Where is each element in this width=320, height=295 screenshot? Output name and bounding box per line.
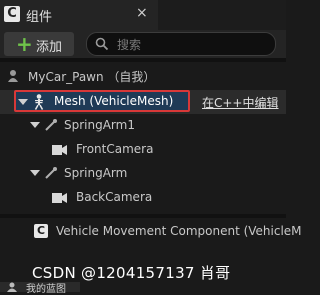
panel-title: 组件 — [26, 10, 53, 25]
search-icon — [95, 37, 109, 51]
component-icon: C — [34, 224, 48, 238]
search-box[interactable] — [86, 32, 276, 56]
tree-row-mesh[interactable]: Mesh (VehicleMesh) — [14, 90, 190, 112]
tree-label-root: MyCar_Pawn （自我） — [28, 70, 156, 84]
tree-row-backcamera[interactable]: BackCamera — [0, 186, 286, 210]
close-icon[interactable]: × — [136, 5, 148, 21]
tree-divider — [0, 214, 286, 218]
tree-label-mesh: Mesh (VehicleMesh) — [54, 94, 174, 108]
chevron-down-icon[interactable] — [30, 120, 40, 130]
plus-icon: + — [16, 32, 33, 56]
camera-icon — [52, 145, 67, 155]
watermark: CSDN @1204157137 肖哥 — [32, 264, 231, 282]
search-input[interactable] — [115, 35, 269, 55]
blueprint-icon — [7, 282, 17, 292]
tree-row-springarm[interactable]: SpringArm — [0, 162, 286, 186]
components-toolbar: + 添加 — [0, 30, 286, 58]
tree-label-springarm: SpringArm — [64, 166, 128, 180]
tree-label-springarm1: SpringArm1 — [64, 118, 135, 132]
toolbar-separator — [0, 58, 286, 62]
tree-row-frontcamera[interactable]: FrontCamera — [0, 138, 286, 162]
chevron-down-icon[interactable] — [30, 168, 40, 178]
tree-label-frontcamera: FrontCamera — [76, 142, 154, 156]
add-button-label: 添加 — [36, 40, 63, 55]
tab-components[interactable]: C 组件 × — [0, 0, 158, 30]
component-icon: C — [4, 6, 20, 22]
chevron-down-icon[interactable] — [18, 97, 28, 107]
tree-label-movement: Vehicle Movement Component (VehicleM — [56, 224, 302, 238]
camera-icon — [52, 193, 67, 203]
tree-row-root[interactable]: MyCar_Pawn （自我） — [0, 64, 286, 88]
tree-row-movement[interactable]: C Vehicle Movement Component (VehicleM — [0, 220, 302, 244]
springarm-icon — [45, 119, 57, 131]
tab-my-blueprint[interactable]: 我的蓝图 — [0, 282, 80, 295]
add-button[interactable]: + 添加 — [4, 32, 74, 56]
tree-label-backcamera: BackCamera — [76, 190, 153, 204]
edit-in-cpp-link[interactable]: 在C++中编辑 — [202, 94, 279, 111]
panel-titlebar: C 组件 × — [0, 0, 286, 30]
pawn-icon — [8, 70, 18, 82]
skeleton-icon — [34, 94, 44, 110]
tree-row-springarm1[interactable]: SpringArm1 — [0, 114, 286, 138]
springarm-icon — [45, 167, 57, 179]
